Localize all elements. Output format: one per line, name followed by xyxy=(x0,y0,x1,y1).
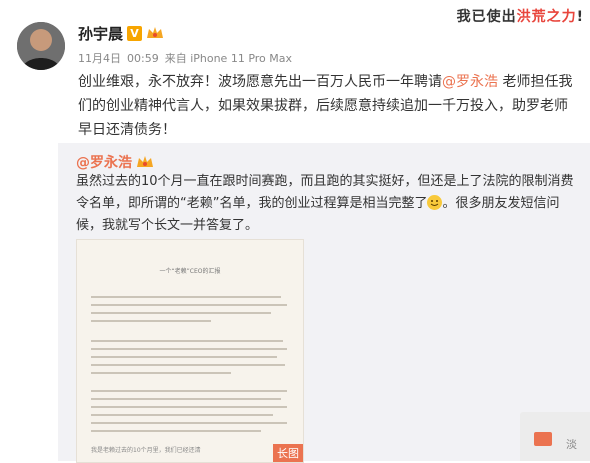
share-float-button[interactable]: 淡 xyxy=(520,412,590,461)
post-source: 来自 iPhone 11 Pro Max xyxy=(164,52,293,65)
long-image-badge: 长图 xyxy=(273,444,303,462)
verified-icon: V xyxy=(127,25,143,41)
doc-line xyxy=(91,390,287,392)
doc-footer: 我是老赖过去的10个月里，我们已经还清 xyxy=(91,447,201,454)
doc-line xyxy=(91,340,283,342)
long-image-thumbnail[interactable]: 一个“老赖”CEO的汇报 我是老赖过去的10个月里，我们已经还清 长图 xyxy=(76,239,304,463)
doc-line xyxy=(91,414,273,416)
post-text: 创业维艰，永不放弃！波场愿意先出一百万人民币一年聘请@罗永浩 老师担任我们的创业… xyxy=(78,74,573,138)
mention-link[interactable]: @罗永浩 xyxy=(442,74,498,90)
smile-emoji-icon xyxy=(427,195,443,210)
repost-author[interactable]: @罗永浩 xyxy=(76,152,132,172)
vip-crown-icon xyxy=(146,25,164,41)
doc-title: 一个“老赖”CEO的汇报 xyxy=(159,268,221,275)
repost-author-row: @罗永浩 xyxy=(76,152,154,172)
post-date[interactable]: 11月4日 xyxy=(78,52,121,65)
share-float-label: 淡 xyxy=(566,438,577,451)
doc-line xyxy=(91,320,211,322)
decor-banner: 我已使出洪荒之力! xyxy=(456,9,584,25)
doc-line xyxy=(91,372,231,374)
doc-line xyxy=(91,296,281,298)
repost-card: @罗永浩 虽然过去的10个月一直在跟时间赛跑，而且跑的其实挺好，但还是上了法院的… xyxy=(58,143,590,463)
doc-line xyxy=(91,312,271,314)
doc-line xyxy=(91,406,287,408)
doc-line xyxy=(91,356,277,358)
doc-line xyxy=(91,422,287,424)
weibo-post: 我已使出洪荒之力! 孙宇晨 V 11月4日 00:59 来自 iPhone 11 P… xyxy=(0,0,590,463)
doc-line xyxy=(91,364,285,366)
author-row: 孙宇晨 V xyxy=(78,22,164,44)
share-icon xyxy=(534,432,552,446)
repost-text: 虽然过去的10个月一直在跟时间赛跑，而且跑的其实挺好，但还是上了法院的限制消费令… xyxy=(76,174,574,233)
post-meta: 11月4日 00:59 来自 iPhone 11 Pro Max xyxy=(78,50,298,66)
doc-line xyxy=(91,304,287,306)
post-time[interactable]: 00:59 xyxy=(127,52,159,65)
doc-line xyxy=(91,430,261,432)
vip-crown-icon xyxy=(136,154,154,170)
doc-line xyxy=(91,398,281,400)
author-name[interactable]: 孙宇晨 xyxy=(78,23,123,44)
doc-line xyxy=(91,348,287,350)
avatar[interactable] xyxy=(17,22,65,70)
